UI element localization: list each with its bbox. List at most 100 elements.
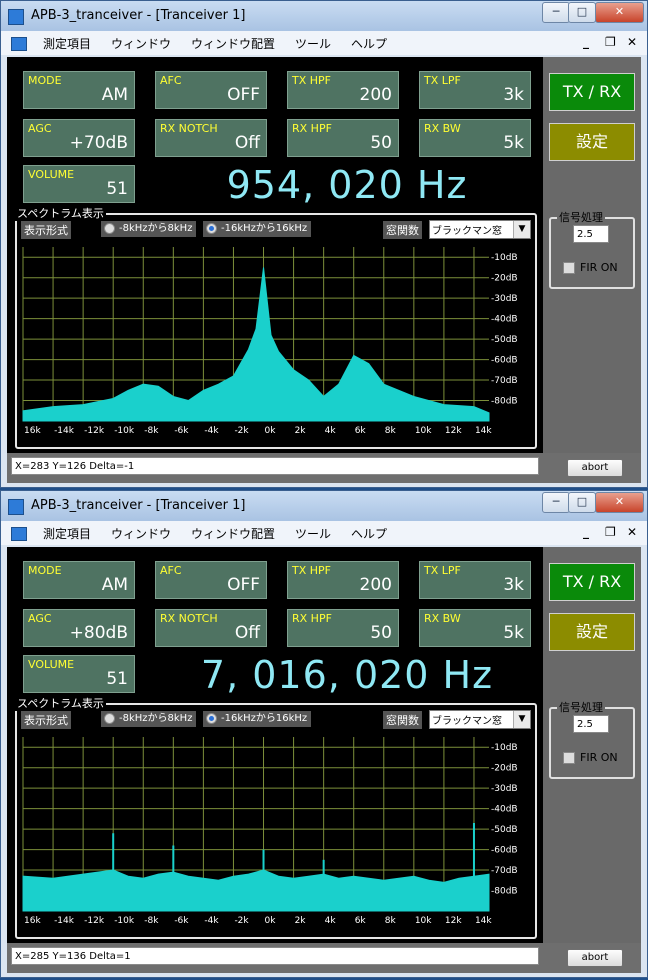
menu-measure[interactable]: 測定項目: [43, 35, 91, 52]
window-tranceiver-2: APB-3_tranceiver - [Tranceiver 1] ─ □ ✕ …: [0, 490, 648, 978]
dropdown-arrow-icon[interactable]: ▼: [513, 221, 530, 238]
maximize-button[interactable]: □: [568, 492, 596, 513]
menu-window[interactable]: ウィンドウ: [111, 35, 171, 52]
x-tick-label: -14k: [54, 426, 75, 436]
app-icon: [8, 9, 24, 25]
status-field[interactable]: X=283 Y=126 Delta=-1: [11, 457, 539, 475]
tx-rx-button[interactable]: TX / RX: [549, 563, 635, 601]
menu-tools[interactable]: ツール: [295, 525, 331, 542]
mdi-restore-icon[interactable]: ❐: [605, 525, 616, 539]
mdi-minimize-icon[interactable]: _: [583, 35, 589, 49]
mdi-minimize-icon[interactable]: _: [583, 525, 589, 539]
settings-button[interactable]: 設定: [549, 123, 635, 161]
fir-on-checkbox[interactable]: FIR ON: [563, 751, 618, 764]
x-tick-label: 6k: [355, 916, 367, 926]
title-bar[interactable]: APB-3_tranceiver - [Tranceiver 1] ─ □ ✕: [1, 491, 647, 521]
param-volume[interactable]: VOLUME 51: [23, 165, 135, 203]
dropdown-arrow-icon[interactable]: ▼: [513, 711, 530, 728]
window-function-select[interactable]: ブラックマン窓 ▼: [429, 220, 531, 239]
x-tick-label: -2k: [234, 916, 249, 926]
tx-rx-button[interactable]: TX / RX: [549, 73, 635, 111]
y-tick-label: -80dB: [491, 887, 518, 897]
abort-button[interactable]: abort: [567, 459, 623, 477]
x-tick-label: -2k: [234, 426, 249, 436]
x-tick-label: 12k: [445, 916, 462, 926]
param-agc[interactable]: AGC +80dB: [23, 609, 135, 647]
param-rx-notch[interactable]: RX NOTCH Off: [155, 609, 267, 647]
maximize-button[interactable]: □: [568, 2, 596, 23]
y-tick-label: -50dB: [491, 335, 518, 345]
param-tx-hpf[interactable]: TX HPF 200: [287, 561, 399, 599]
param-rx-hpf[interactable]: RX HPF 50: [287, 119, 399, 157]
window-function-label: 窓関数: [383, 221, 422, 239]
param-rx-bw[interactable]: RX BW 5k: [419, 119, 531, 157]
param-value: AM: [101, 85, 128, 105]
param-label: RX NOTCH: [160, 122, 218, 135]
x-tick-label: -14k: [54, 916, 75, 926]
param-rx-bw[interactable]: RX BW 5k: [419, 609, 531, 647]
param-tx-lpf[interactable]: TX LPF 3k: [419, 71, 531, 109]
radio-16khz[interactable]: -16kHzから16kHz: [203, 711, 312, 727]
spectrum-plot[interactable]: 16k -14k -12k -10k -8k -6k -4k -2k 0k 2k 4k 6k 8k 10k…: [19, 731, 529, 931]
param-volume[interactable]: VOLUME 51: [23, 655, 135, 693]
abort-button[interactable]: abort: [567, 949, 623, 967]
menu-window[interactable]: ウィンドウ: [111, 525, 171, 542]
menu-help[interactable]: ヘルプ: [351, 35, 387, 52]
param-afc[interactable]: AFC OFF: [155, 561, 267, 599]
mdi-restore-icon[interactable]: ❐: [605, 35, 616, 49]
fir-on-checkbox[interactable]: FIR ON: [563, 261, 618, 274]
mdi-close-icon[interactable]: ✕: [627, 35, 637, 49]
param-label: VOLUME: [28, 168, 75, 181]
y-tick-label: -80dB: [491, 397, 518, 407]
mdi-close-icon[interactable]: ✕: [627, 525, 637, 539]
window-function-select[interactable]: ブラックマン窓 ▼: [429, 710, 531, 729]
param-rx-notch[interactable]: RX NOTCH Off: [155, 119, 267, 157]
x-tick-label: -6k: [174, 916, 189, 926]
settings-button[interactable]: 設定: [549, 613, 635, 651]
minimize-button[interactable]: ─: [542, 492, 570, 513]
close-button[interactable]: ✕: [595, 492, 644, 513]
menu-window-layout[interactable]: ウィンドウ配置: [191, 525, 275, 542]
close-button[interactable]: ✕: [595, 2, 644, 23]
x-tick-label: 16k: [24, 426, 41, 436]
frequency-display: 954, 020 Hz: [226, 163, 468, 207]
radio-16khz[interactable]: -16kHzから16kHz: [203, 221, 312, 237]
mdi-child-icon[interactable]: [11, 37, 27, 51]
status-field[interactable]: X=285 Y=136 Delta=1: [11, 947, 539, 965]
menu-bar: 測定項目 ウィンドウ ウィンドウ配置 ツール ヘルプ _ ❐ ✕: [1, 31, 647, 55]
main-panel: MODE AM AFC OFF TX HPF 200 TX LPF 3k AGC +70d…: [7, 57, 543, 453]
radio-dot-icon: [104, 713, 115, 724]
menu-help[interactable]: ヘルプ: [351, 525, 387, 542]
menu-window-layout[interactable]: ウィンドウ配置: [191, 35, 275, 52]
x-tick-label: 4k: [325, 426, 337, 436]
param-value: Off: [234, 133, 260, 153]
status-bar: X=285 Y=136 Delta=1 abort: [7, 943, 641, 973]
menu-measure[interactable]: 測定項目: [43, 525, 91, 542]
menu-tools[interactable]: ツール: [295, 35, 331, 52]
param-rx-hpf[interactable]: RX HPF 50: [287, 609, 399, 647]
radio-8khz[interactable]: -8kHzから8kHz: [101, 711, 197, 727]
spectrum-plot[interactable]: 16k -14k -12k -10k -8k -6k -4k -2k 0k 2k 4k 6k 8k 10k…: [19, 241, 529, 441]
param-agc[interactable]: AGC +70dB: [23, 119, 135, 157]
param-tx-hpf[interactable]: TX HPF 200: [287, 71, 399, 109]
minimize-button[interactable]: ─: [542, 2, 570, 23]
signal-value-input[interactable]: 2.5: [573, 715, 609, 733]
param-value: 3k: [503, 85, 524, 105]
param-mode[interactable]: MODE AM: [23, 561, 135, 599]
param-afc[interactable]: AFC OFF: [155, 71, 267, 109]
param-mode[interactable]: MODE AM: [23, 71, 135, 109]
param-value: 5k: [503, 133, 524, 153]
param-label: TX HPF: [292, 74, 331, 87]
fir-label: FIR ON: [580, 751, 618, 764]
radio-dot-icon: [104, 223, 115, 234]
radio-8khz[interactable]: -8kHzから8kHz: [101, 221, 197, 237]
y-tick-label: -40dB: [491, 315, 518, 325]
param-label: AFC: [160, 564, 182, 577]
radio-label: -8kHzから8kHz: [119, 223, 193, 234]
title-bar[interactable]: APB-3_tranceiver - [Tranceiver 1] ─ □ ✕: [1, 1, 647, 31]
signal-value-input[interactable]: 2.5: [573, 225, 609, 243]
window-tranceiver-1: APB-3_tranceiver - [Tranceiver 1] ─ □ ✕ …: [0, 0, 648, 488]
param-label: MODE: [28, 564, 62, 577]
param-tx-lpf[interactable]: TX LPF 3k: [419, 561, 531, 599]
mdi-child-icon[interactable]: [11, 527, 27, 541]
